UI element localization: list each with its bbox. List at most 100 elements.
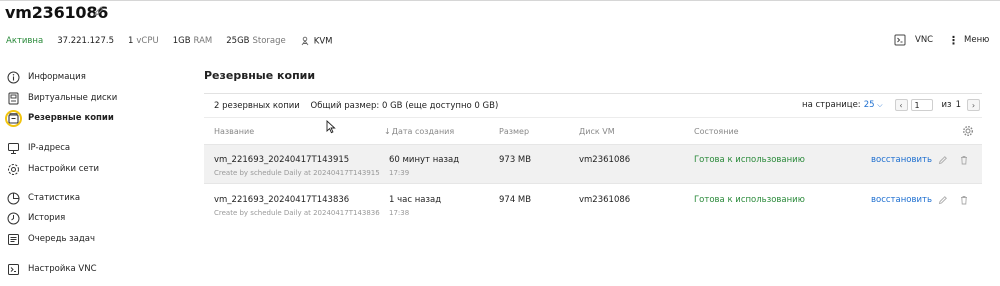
- sidebar-item-statistics[interactable]: Статистика: [7, 190, 80, 206]
- sidebar-item-label: Очередь задач: [28, 234, 95, 244]
- sidebar-item-ip[interactable]: IP-адреса: [7, 140, 70, 156]
- backup-icon-wrap: [5, 109, 22, 127]
- sidebar-item-label: Информация: [28, 72, 86, 82]
- history-icon: [7, 212, 20, 224]
- console-icon: [894, 34, 906, 46]
- kvm-icon: [301, 36, 309, 46]
- backup-state: Готова к использованию: [694, 155, 805, 165]
- sidebar-item-virtual-disks[interactable]: Виртуальные диски: [7, 90, 117, 106]
- table-row[interactable]: vm_221693_20240417T143836 Create by sche…: [204, 185, 982, 225]
- vm-ip: 37.221.127.5: [57, 36, 114, 46]
- pencil-icon[interactable]: [938, 155, 948, 165]
- table-row[interactable]: vm_221693_20240417T143915 Create by sche…: [204, 144, 982, 184]
- disk-icon: [8, 92, 19, 104]
- backups-count: 2 резервных копии: [214, 101, 300, 111]
- column-header-created[interactable]: ↓Дата создания: [384, 127, 454, 136]
- active-indicator: [5, 109, 22, 127]
- network-icon: [8, 163, 19, 175]
- backups-total-size: Общий размер: 0 GB (еще доступно 0 GB): [310, 101, 499, 111]
- ip-icon: [8, 142, 19, 154]
- sidebar-item-label: Настройки сети: [28, 164, 100, 174]
- divider: [204, 117, 982, 118]
- restore-link[interactable]: восстановить: [871, 155, 932, 165]
- backups-panel: 2 резервных копии Общий размер: 0 GB (ещ…: [204, 93, 982, 217]
- vnc-settings-icon: [8, 263, 19, 275]
- vm-info-bar: Активна 37.221.127.5 1 vCPU 1GB RAM 25GB St…: [6, 35, 347, 47]
- vm-storage: 25GB Storage: [226, 36, 286, 46]
- backup-description: Create by schedule Daily at 20240417T143…: [214, 169, 380, 177]
- sidebar-item-network[interactable]: Настройки сети: [7, 161, 99, 177]
- vcpu-unit: vCPU: [136, 36, 159, 46]
- backup-name: vm_221693_20240417T143915: [214, 155, 350, 165]
- info-icon: [7, 71, 20, 83]
- task-queue-icon: [8, 233, 19, 245]
- page-input[interactable]: 1: [910, 99, 933, 111]
- vcpu-count: 1: [127, 36, 134, 46]
- backup-size: 973 MB: [499, 155, 532, 165]
- pencil-icon[interactable]: [938, 195, 948, 205]
- per-page-label: на странице:: [802, 100, 861, 110]
- column-header-created-label: Дата создания: [391, 127, 455, 136]
- next-page-button[interactable]: ›: [967, 99, 980, 111]
- per-page-select[interactable]: 25 ⌵: [864, 100, 883, 110]
- sidebar-item-info[interactable]: Информация: [7, 69, 86, 85]
- backup-description: Create by schedule Daily at 20240417T143…: [214, 209, 380, 217]
- pagination: на странице: 25 ⌵ ‹ 1 из 1 ›: [802, 99, 980, 111]
- backup-name: vm_221693_20240417T143836: [214, 195, 350, 205]
- page-total: 1: [955, 100, 961, 110]
- backups-summary: 2 резервных копии Общий размер: 0 GB (ещ…: [214, 101, 506, 111]
- backup-size: 974 MB: [499, 195, 532, 205]
- sidebar-item-vnc-settings[interactable]: Настройка VNC: [7, 261, 97, 277]
- mouse-cursor-icon: [326, 120, 336, 134]
- gear-icon[interactable]: [962, 125, 974, 137]
- sidebar-item-history[interactable]: История: [7, 210, 65, 226]
- storage-value: 25GB: [226, 36, 250, 46]
- menu-button[interactable]: ⋮ Меню: [948, 33, 989, 47]
- backup-created: 1 час назад: [389, 195, 442, 205]
- column-header-size[interactable]: Размер: [499, 127, 529, 136]
- sidebar-item-task-queue[interactable]: Очередь задач: [7, 231, 95, 247]
- sidebar-item-label: Резервные копии: [28, 113, 114, 123]
- backup-state: Готова к использованию: [694, 195, 805, 205]
- vm-status: Активна: [6, 36, 44, 46]
- chevron-left-icon: ‹: [899, 100, 903, 110]
- trash-icon[interactable]: [959, 195, 969, 205]
- sidebar-item-label: Виртуальные диски: [28, 93, 118, 103]
- chart-icon: [7, 192, 20, 204]
- column-header-state[interactable]: Состояние: [694, 127, 739, 136]
- restore-link[interactable]: восстановить: [871, 195, 932, 205]
- prev-page-button[interactable]: ‹: [894, 99, 908, 111]
- vm-vcpu: 1 vCPU: [128, 36, 159, 46]
- menu-label: Меню: [964, 35, 990, 45]
- top-divider: [0, 0, 1000, 1]
- vnc-button[interactable]: VNC: [894, 33, 933, 47]
- backup-created-time: 17:39: [389, 169, 410, 177]
- sidebar-item-label: Настройка VNC: [28, 264, 97, 274]
- sidebar-item-label: История: [28, 213, 66, 223]
- chevron-down-icon: ⌵: [877, 101, 883, 109]
- vnc-label: VNC: [915, 35, 934, 45]
- ram-value: 1GB: [172, 36, 191, 46]
- storage-unit: Storage: [252, 36, 286, 46]
- ram-unit: RAM: [193, 36, 213, 46]
- sidebar-item-label: IP-адреса: [28, 143, 71, 153]
- page-of-label: из: [941, 100, 952, 110]
- column-header-disk[interactable]: Диск VM: [579, 127, 615, 136]
- section-title: Резервные копии: [204, 69, 316, 82]
- pencil-icon[interactable]: [93, 5, 105, 17]
- kvm-label: KVM: [313, 36, 333, 47]
- chevron-right-icon: ›: [971, 100, 976, 110]
- backup-disk: vm2361086: [579, 195, 631, 205]
- vm-virtualization: KVM: [300, 36, 333, 47]
- sidebar-item-backups[interactable]: Резервные копии: [5, 109, 114, 127]
- sidebar-item-label: Статистика: [28, 193, 81, 203]
- backup-created-time: 17:38: [389, 209, 410, 217]
- backup-created: 60 минут назад: [389, 155, 460, 165]
- kebab-menu-icon: ⋮: [948, 33, 959, 47]
- vm-ram: 1GB RAM: [173, 36, 213, 46]
- sort-desc-icon: ↓: [384, 127, 391, 136]
- trash-icon[interactable]: [959, 155, 969, 165]
- column-header-name[interactable]: Название: [214, 127, 254, 136]
- per-page-value: 25: [863, 100, 875, 110]
- backup-disk: vm2361086: [579, 155, 631, 165]
